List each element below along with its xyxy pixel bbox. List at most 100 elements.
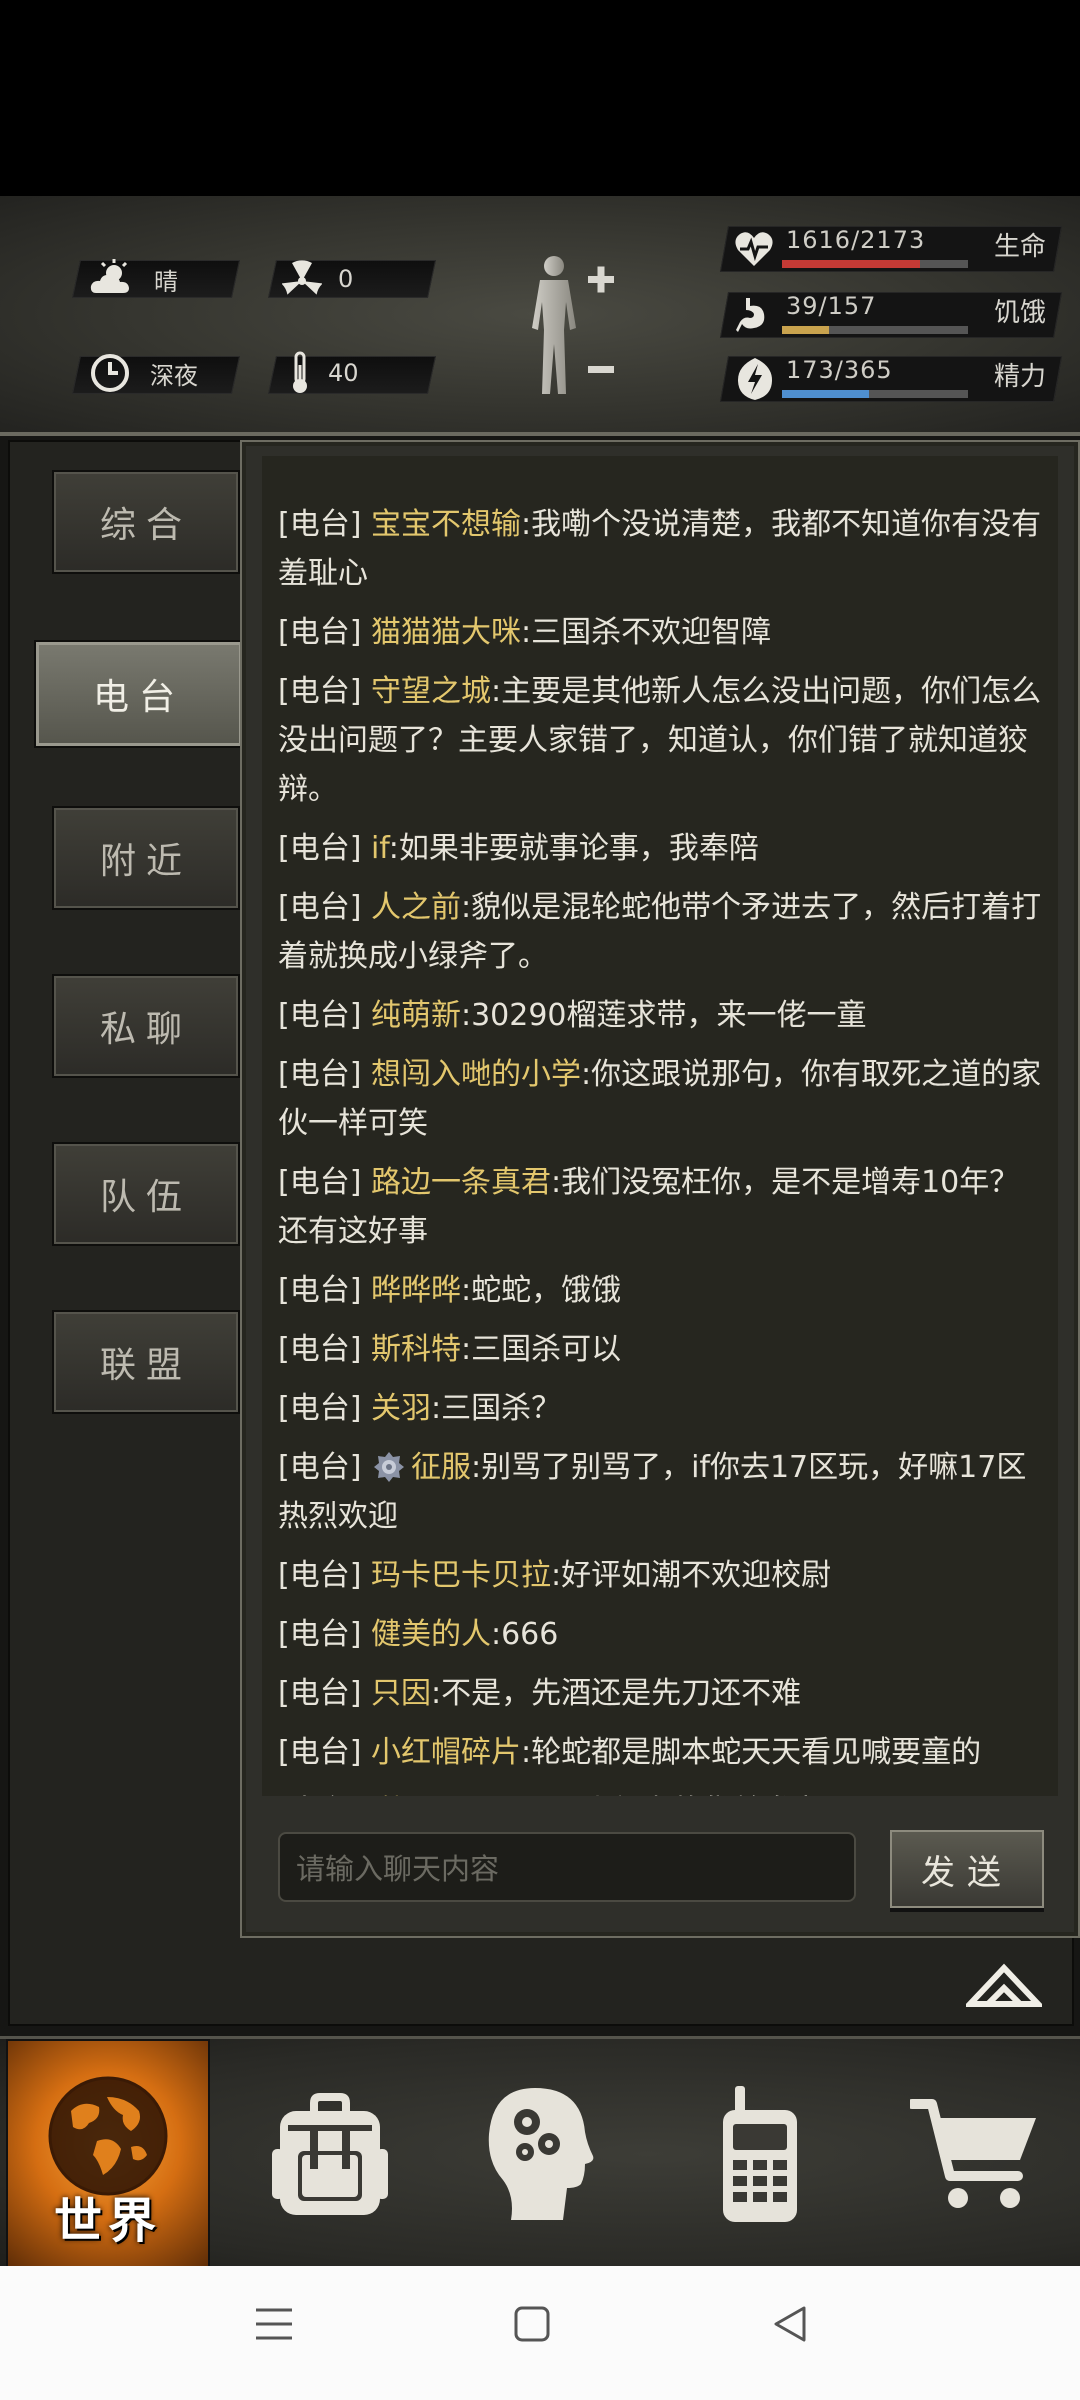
tab-alliance[interactable]: 联盟 bbox=[52, 1310, 240, 1414]
weather-value: 晴 bbox=[154, 267, 178, 296]
nav-backpack[interactable] bbox=[230, 2039, 430, 2269]
time-value: 深夜 bbox=[150, 361, 198, 390]
walkie-talkie-icon bbox=[723, 2086, 797, 2222]
tab-team[interactable]: 队伍 bbox=[52, 1142, 240, 1246]
home-icon[interactable] bbox=[512, 2304, 552, 2344]
message-text: :好评如潮不欢迎校尉 bbox=[550, 1558, 832, 1593]
chat-message[interactable]: [电台] 人之前:貌似是混轮蛇他带个矛进去了，然后打着打着就换成小绿斧了。 bbox=[262, 879, 1058, 987]
chat-message[interactable]: [电台] if:如果非要就事论事，我奉陪 bbox=[262, 820, 1058, 879]
sender-name[interactable]: 玛卡巴卡贝拉 bbox=[371, 1558, 551, 1593]
chat-message[interactable]: [电台] 斯科特:三国杀可以 bbox=[262, 1321, 1058, 1380]
hunger-bar bbox=[782, 326, 968, 334]
status-header: 晴 0 深夜 40 1616/2173 生命 39/157 饥饿 173/365… bbox=[0, 196, 1080, 436]
chat-message[interactable]: [电台] 玛卡巴卡贝拉:好评如潮不欢迎校尉 bbox=[262, 1547, 1058, 1606]
sender-name[interactable]: 宝宝不想输 bbox=[371, 507, 521, 542]
tab-private[interactable]: 私聊 bbox=[52, 974, 240, 1078]
chat-message[interactable]: [电台] 宝宝不想输:我嘞个没说清楚，我都不知道你有没有羞耻心 bbox=[262, 496, 1058, 604]
temperature-status: 40 bbox=[290, 350, 359, 396]
chat-message[interactable]: [电台] 路边一条真君:我们没冤枉你，是不是增寿10年？还有这好事 bbox=[262, 1154, 1058, 1262]
channel-tag: [电台] bbox=[278, 1273, 362, 1308]
collapse-chevron-icon[interactable] bbox=[966, 1960, 1042, 2010]
message-text: :ByD是不是小红书的集美发力了 bbox=[421, 1794, 853, 1796]
radiation-icon bbox=[282, 260, 322, 295]
energy-value: 173/365 bbox=[786, 356, 893, 384]
chat-message[interactable]: [电台] 关羽:三国杀？ bbox=[262, 1380, 1058, 1439]
send-button[interactable]: 发送 bbox=[890, 1830, 1044, 1908]
chat-message[interactable]: [电台] 谢R:ByD是不是小红书的集美发力了 bbox=[262, 1783, 1058, 1796]
message-text: :如果非要就事论事，我奉陪 bbox=[388, 831, 759, 866]
tab-nearby[interactable]: 附近 bbox=[52, 806, 240, 910]
channel-tag: [电台] bbox=[278, 1450, 362, 1485]
sender-name[interactable]: 斯科特 bbox=[371, 1332, 461, 1367]
chat-message-list[interactable]: [电台] 宝宝不想输:我嘞个没说清楚，我都不知道你有没有羞耻心 [电台] 猫猫猫大… bbox=[262, 456, 1058, 1796]
stomach-icon bbox=[736, 298, 765, 332]
sender-name[interactable]: 纯萌新 bbox=[371, 998, 461, 1033]
clock-icon bbox=[91, 354, 129, 392]
sender-name[interactable]: 关羽 bbox=[371, 1391, 431, 1426]
chat-message[interactable]: [电台] 晔晔晔:蛇蛇，饿饿 bbox=[262, 1262, 1058, 1321]
radiation-value: 0 bbox=[338, 265, 354, 293]
message-text: :30290榴莲求带，来一佬一童 bbox=[460, 998, 867, 1033]
nav-world[interactable]: 世界 bbox=[6, 2039, 210, 2273]
channel-tag: [电台] bbox=[278, 674, 362, 709]
health-label: 生命 bbox=[994, 232, 1047, 262]
energy-label: 精力 bbox=[994, 362, 1047, 392]
chat-message[interactable]: [电台] 健美的人:666 bbox=[262, 1606, 1058, 1665]
message-text: :蛇蛇，饿饿 bbox=[460, 1273, 622, 1308]
body-status-icon[interactable] bbox=[520, 254, 620, 402]
chat-message[interactable]: [电台] 想闯入哋的小学:你这跟说那句，你有取死之道的家伙一样可笑 bbox=[262, 1046, 1058, 1154]
nav-radio[interactable] bbox=[660, 2039, 860, 2269]
chat-message[interactable]: [电台] 猫猫猫大咪:三国杀不欢迎智障 bbox=[262, 604, 1058, 663]
hunger-value: 39/157 bbox=[786, 292, 877, 320]
channel-tag: [电台] bbox=[278, 615, 362, 650]
sender-name[interactable]: 路边一条真君 bbox=[371, 1165, 551, 1200]
sender-name[interactable]: 小红帽碎片 bbox=[371, 1735, 521, 1770]
channel-tag: [电台] bbox=[278, 1332, 362, 1367]
weather-sun-cloud-icon bbox=[90, 259, 129, 293]
health-value: 1616/2173 bbox=[786, 226, 926, 254]
sender-name[interactable]: 征服 bbox=[411, 1450, 471, 1485]
message-text: :三国杀？ bbox=[430, 1391, 562, 1426]
time-status: 深夜 bbox=[90, 350, 198, 396]
sender-name[interactable]: 谢R bbox=[371, 1794, 421, 1796]
channel-tag: [电台] bbox=[278, 1391, 362, 1426]
chat-message[interactable]: [电台] 征服:别骂了别骂了，if你去17区玩，好嘛17区热烈欢迎 bbox=[262, 1439, 1058, 1547]
energy-bar bbox=[782, 390, 968, 398]
brain-head-icon bbox=[488, 2088, 594, 2220]
tab-general[interactable]: 综合 bbox=[52, 470, 240, 574]
channel-tag: [电台] bbox=[278, 998, 362, 1033]
chat-input[interactable]: 请输入聊天内容 bbox=[278, 1832, 856, 1902]
nav-skills[interactable] bbox=[440, 2039, 640, 2269]
heart-pulse-icon bbox=[735, 232, 773, 266]
sender-name[interactable]: 人之前 bbox=[371, 890, 461, 925]
sender-name[interactable]: 晔晔晔 bbox=[371, 1273, 461, 1308]
sender-name[interactable]: 守望之城 bbox=[371, 674, 491, 709]
status-bar-area bbox=[0, 0, 1080, 196]
sender-name[interactable]: 猫猫猫大咪 bbox=[371, 615, 521, 650]
sender-name[interactable]: 想闯入哋的小学 bbox=[371, 1057, 581, 1092]
bottom-navigation: 世界 bbox=[0, 2036, 1080, 2273]
chat-message[interactable]: [电台] 守望之城:主要是其他新人怎么没出问题，你们怎么没出问题了？主要人家错了… bbox=[262, 663, 1058, 820]
channel-tag: [电台] bbox=[278, 1676, 362, 1711]
menu-icon[interactable] bbox=[254, 2304, 294, 2344]
sender-name[interactable]: if bbox=[371, 831, 389, 866]
temperature-value: 40 bbox=[328, 359, 359, 387]
sender-name[interactable]: 健美的人 bbox=[371, 1617, 491, 1652]
channel-tag: [电台] bbox=[278, 831, 362, 866]
radiation-status: 0 bbox=[282, 256, 353, 302]
chat-message[interactable]: [电台] 只因:不是，先酒还是先刀还不难 bbox=[262, 1665, 1058, 1724]
chat-message[interactable]: [电台] 纯萌新:30290榴莲求带，来一佬一童 bbox=[262, 987, 1058, 1046]
back-icon[interactable] bbox=[770, 2304, 810, 2344]
nav-shop[interactable] bbox=[870, 2039, 1080, 2269]
hunger-label: 饥饿 bbox=[994, 298, 1047, 328]
message-text: :不是，先酒还是先刀还不难 bbox=[430, 1676, 802, 1711]
channel-tag: [电台] bbox=[278, 507, 362, 542]
channel-tag: [电台] bbox=[278, 1057, 362, 1092]
world-label: 世界 bbox=[53, 2193, 162, 2249]
tab-radio[interactable]: 电台 bbox=[34, 640, 244, 748]
chat-message[interactable]: [电台] 小红帽碎片:轮蛇都是脚本蛇天天看见喊要童的 bbox=[262, 1724, 1058, 1783]
thermometer-icon bbox=[293, 351, 307, 393]
message-text: :666 bbox=[490, 1617, 559, 1652]
channel-tag: [电台] bbox=[278, 1617, 362, 1652]
sender-name[interactable]: 只因 bbox=[371, 1676, 431, 1711]
